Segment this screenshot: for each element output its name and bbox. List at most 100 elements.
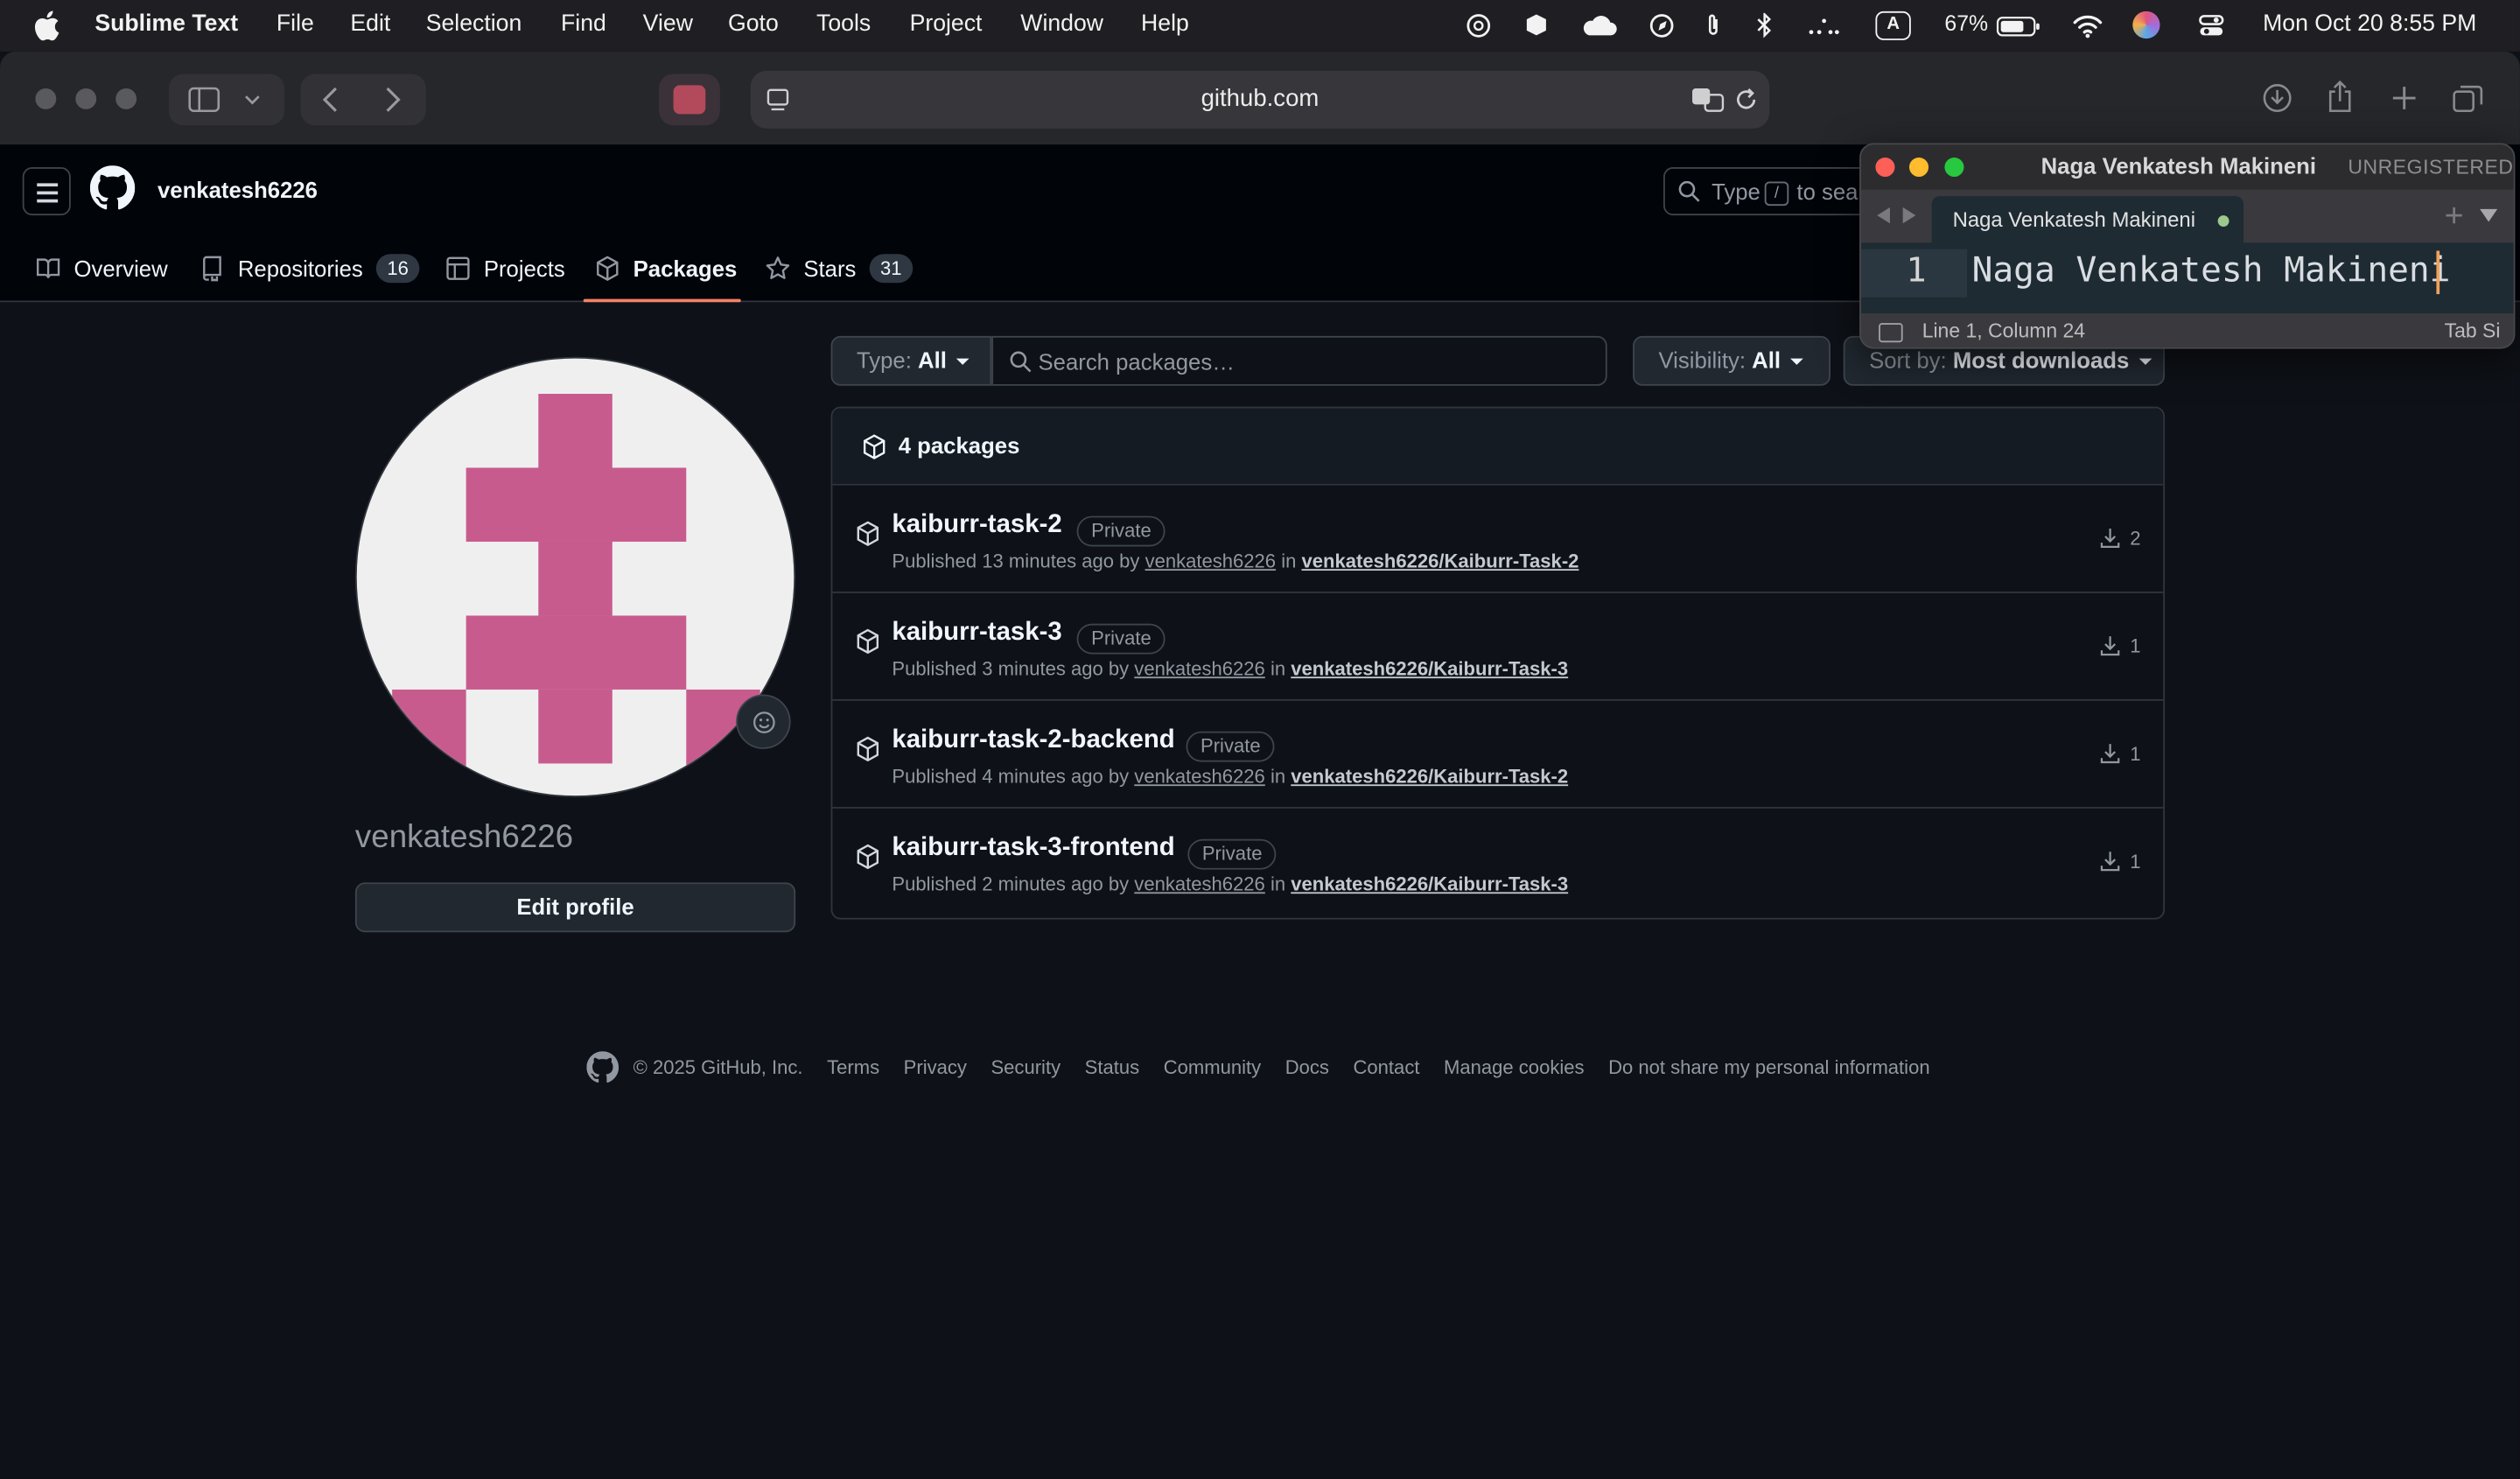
- downloads-icon[interactable]: [2261, 82, 2293, 115]
- sublime-minimize-button[interactable]: [1908, 157, 1929, 178]
- in-text: in: [1270, 657, 1286, 680]
- footer-link-privacy[interactable]: Privacy: [904, 1056, 967, 1079]
- repository-link[interactable]: venkatesh6226/Kaiburr-Task-3: [1291, 873, 1568, 895]
- menu-window[interactable]: Window: [1020, 11, 1103, 37]
- tab-overview-icon[interactable]: [2451, 82, 2485, 115]
- tab-overview[interactable]: Overview: [35, 251, 168, 286]
- tab-repositories[interactable]: Repositories 16: [200, 251, 420, 286]
- sublime-close-button[interactable]: [1875, 157, 1895, 178]
- translate-icon[interactable]: [1690, 85, 1726, 114]
- control-center-icon[interactable]: [2197, 13, 2226, 39]
- extension-button[interactable]: [659, 74, 720, 126]
- tab-scroll-left-icon[interactable]: [1877, 207, 1892, 224]
- publisher-link[interactable]: venkatesh6226: [1134, 873, 1265, 895]
- menu-selection[interactable]: Selection: [426, 11, 522, 37]
- menu-help[interactable]: Help: [1141, 11, 1189, 37]
- publisher-link[interactable]: venkatesh6226: [1145, 550, 1277, 572]
- chevron-down-icon: [245, 95, 260, 105]
- type-filter-value: All: [918, 347, 947, 374]
- menu-app-name[interactable]: Sublime Text: [94, 11, 238, 37]
- sublime-zoom-button[interactable]: [1944, 157, 1964, 178]
- menu-clock[interactable]: Mon Oct 20 8:55 PM: [2263, 11, 2476, 37]
- new-file-plus-icon[interactable]: [2445, 206, 2464, 225]
- private-badge: Private: [1076, 515, 1166, 547]
- menu-find[interactable]: Find: [561, 11, 606, 37]
- bluetooth-icon[interactable]: [1750, 12, 1779, 39]
- footer-link-contact[interactable]: Contact: [1354, 1056, 1420, 1079]
- menu-project[interactable]: Project: [910, 11, 983, 37]
- github-logo-icon[interactable]: [89, 165, 136, 210]
- editor-text[interactable]: Naga Venkatesh Makineni: [1972, 251, 2451, 291]
- edit-profile-button[interactable]: Edit profile: [354, 882, 796, 933]
- package-search-input[interactable]: [1038, 342, 1585, 382]
- paperclip-icon[interactable]: [1698, 13, 1727, 39]
- tab-label: Overview: [74, 256, 168, 282]
- footer-link-docs[interactable]: Docs: [1285, 1056, 1329, 1079]
- cloud-icon[interactable]: [1579, 13, 1618, 39]
- type-filter-label: Type:: [856, 347, 912, 374]
- reload-icon[interactable]: [1734, 87, 1759, 112]
- footer-link-terms[interactable]: Terms: [827, 1056, 879, 1079]
- chatgpt-icon[interactable]: [1464, 13, 1493, 39]
- package-name-link[interactable]: kaiburr-task-2: [892, 511, 1061, 540]
- repository-link[interactable]: venkatesh6226/Kaiburr-Task-2: [1291, 765, 1568, 788]
- github-logo-icon[interactable]: [586, 1051, 620, 1083]
- tab-packages[interactable]: Packages: [595, 251, 737, 286]
- sublime-editor[interactable]: 1 Naga Venkatesh Makineni: [1860, 242, 2514, 314]
- package-icon: [597, 256, 619, 281]
- window-zoom-button[interactable]: [116, 88, 137, 109]
- footer-link-status[interactable]: Status: [1085, 1056, 1140, 1079]
- github-search-input[interactable]: Type / to sear: [1662, 167, 1880, 216]
- package-name-link[interactable]: kaiburr-task-2-backend: [892, 726, 1174, 755]
- tab-scroll-right-icon[interactable]: [1901, 207, 1916, 224]
- wifi-icon[interactable]: [2072, 13, 2104, 39]
- footer-link-community[interactable]: Community: [1164, 1056, 1261, 1079]
- new-tab-icon[interactable]: [2390, 84, 2418, 113]
- sublime-file-tab[interactable]: Naga Venkatesh Makineni: [1931, 196, 2244, 245]
- forward-icon[interactable]: [381, 85, 403, 114]
- footer-link-do-not-share[interactable]: Do not share my personal information: [1608, 1056, 1930, 1079]
- back-icon[interactable]: [320, 85, 343, 114]
- window-close-button[interactable]: [35, 88, 57, 109]
- input-source-icon[interactable]: A: [1875, 11, 1911, 40]
- battery-icon[interactable]: [1996, 13, 2040, 39]
- compass-icon[interactable]: [1648, 13, 1676, 39]
- hamburger-menu-button[interactable]: [22, 167, 71, 216]
- activity-icon[interactable]: [1806, 13, 1841, 39]
- sidebar-toggle-button[interactable]: [168, 74, 285, 126]
- type-filter-dropdown[interactable]: Type: All: [830, 335, 992, 386]
- menu-file[interactable]: File: [276, 11, 314, 37]
- menu-view[interactable]: View: [643, 11, 693, 37]
- url-text[interactable]: github.com: [751, 85, 1769, 112]
- download-count: 1: [2099, 634, 2140, 657]
- tab-size-indicator[interactable]: Tab Si: [2445, 320, 2501, 343]
- address-bar[interactable]: github.com: [750, 70, 1770, 129]
- window-minimize-button[interactable]: [75, 88, 97, 109]
- tab-projects[interactable]: Projects: [445, 251, 565, 286]
- share-icon[interactable]: [2326, 79, 2355, 114]
- menu-goto[interactable]: Goto: [728, 11, 779, 37]
- menu-edit[interactable]: Edit: [350, 11, 390, 37]
- publisher-link[interactable]: venkatesh6226: [1134, 657, 1265, 680]
- apple-icon[interactable]: [34, 10, 60, 42]
- repository-link[interactable]: venkatesh6226/Kaiburr-Task-3: [1291, 657, 1568, 680]
- package-search-field[interactable]: [991, 335, 1607, 386]
- star-icon: [766, 256, 790, 279]
- set-status-button[interactable]: [736, 694, 791, 749]
- header-username[interactable]: venkatesh6226: [158, 177, 318, 202]
- panel-toggle-icon[interactable]: [1879, 323, 1903, 343]
- package-name-link[interactable]: kaiburr-task-3: [892, 619, 1061, 648]
- tab-stars[interactable]: Stars 31: [765, 251, 914, 286]
- sidebar-icon: [188, 87, 220, 113]
- tab-dropdown-icon[interactable]: [2480, 208, 2498, 222]
- publisher-link[interactable]: venkatesh6226: [1134, 765, 1265, 788]
- cube-icon[interactable]: [1522, 13, 1550, 39]
- repository-link[interactable]: venkatesh6226/Kaiburr-Task-2: [1302, 550, 1579, 572]
- avatar[interactable]: [354, 356, 796, 798]
- footer-link-security[interactable]: Security: [990, 1056, 1060, 1079]
- footer-link-manage-cookies[interactable]: Manage cookies: [1444, 1056, 1585, 1079]
- menu-tools[interactable]: Tools: [816, 11, 871, 37]
- visibility-filter-dropdown[interactable]: Visibility: All: [1633, 335, 1831, 386]
- siri-icon[interactable]: [2132, 11, 2160, 39]
- package-name-link[interactable]: kaiburr-task-3-frontend: [892, 834, 1174, 863]
